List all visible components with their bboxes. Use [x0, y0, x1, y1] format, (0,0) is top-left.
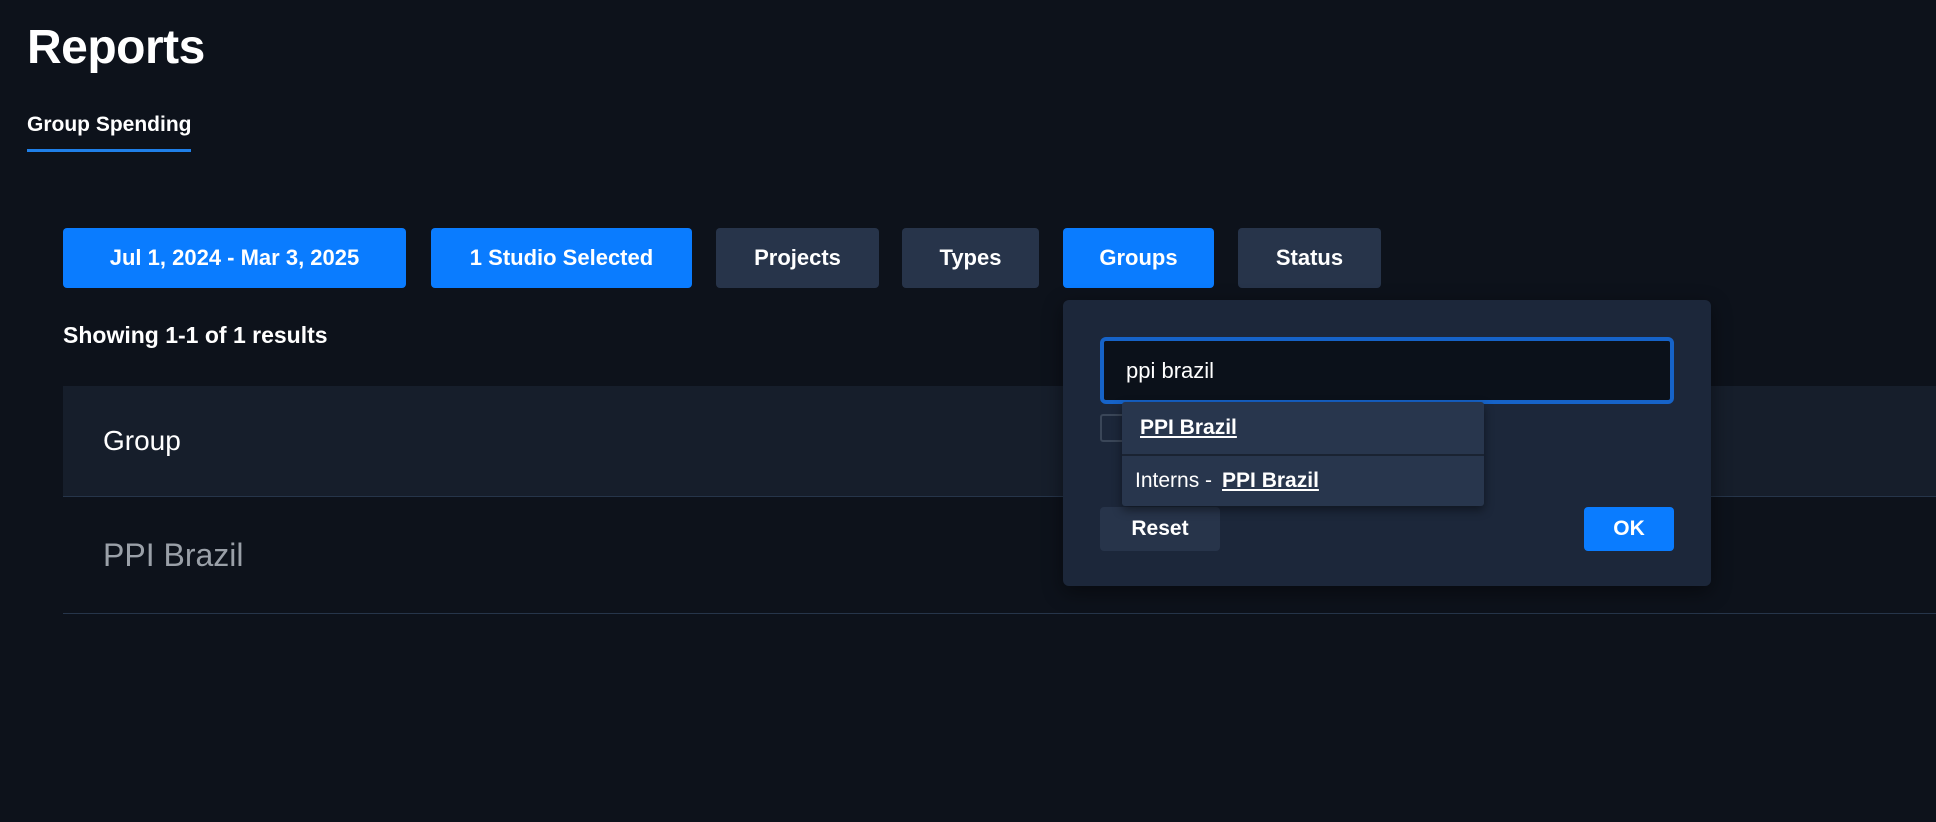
projects-filter-button[interactable]: Projects [716, 228, 879, 288]
suggestion-prefix: Interns - [1135, 469, 1213, 492]
reports-page: Reports Group Spending Jul 1, 2024 - Mar… [0, 0, 1936, 822]
suggestion-item[interactable]: PPI Brazil [1122, 402, 1484, 454]
date-range-filter-button[interactable]: Jul 1, 2024 - Mar 3, 2025 [63, 228, 406, 288]
group-suggestions-dropdown: PPI Brazil Interns - PPI Brazil [1122, 402, 1484, 506]
ok-button[interactable]: OK [1584, 507, 1674, 551]
status-filter-button[interactable]: Status [1238, 228, 1381, 288]
types-filter-button[interactable]: Types [902, 228, 1039, 288]
page-title: Reports [27, 21, 205, 74]
column-header-label: Group [103, 425, 181, 456]
suggestion-match: PPI Brazil [1140, 416, 1237, 439]
reset-button[interactable]: Reset [1100, 507, 1220, 551]
tab-group-spending[interactable]: Group Spending [27, 112, 192, 152]
results-summary: Showing 1-1 of 1 results [63, 322, 328, 348]
group-search-input[interactable] [1100, 337, 1674, 404]
studio-filter-button[interactable]: 1 Studio Selected [431, 228, 692, 288]
suggestion-item[interactable]: Interns - PPI Brazil [1122, 454, 1484, 506]
groups-filter-button[interactable]: Groups [1063, 228, 1214, 288]
suggestion-match: PPI Brazil [1222, 469, 1319, 492]
group-cell: PPI Brazil [103, 536, 244, 573]
